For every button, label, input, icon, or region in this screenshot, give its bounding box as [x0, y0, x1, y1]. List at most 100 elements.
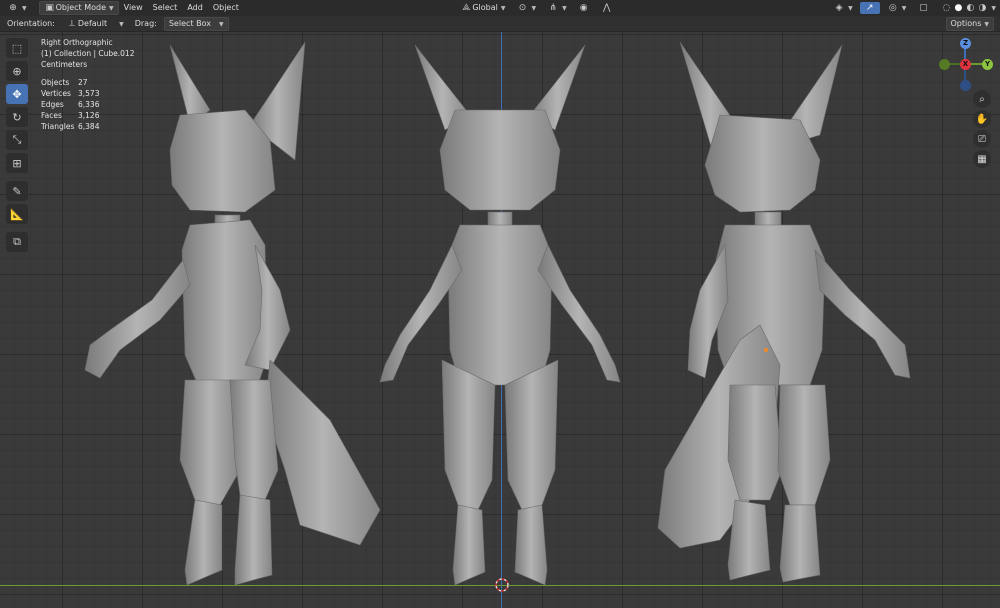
- stat-label: Triangles: [41, 122, 75, 131]
- move-tool[interactable]: ✥: [6, 84, 28, 104]
- fox-model-back[interactable]: [657, 41, 911, 583]
- orientation-value: Global: [472, 3, 498, 12]
- chevron-down-icon: ▼: [119, 20, 124, 28]
- editor-type-button[interactable]: ⊕ ▼: [3, 2, 31, 14]
- proportional-toggle[interactable]: ◉: [574, 2, 594, 14]
- chevron-down-icon: ▼: [984, 20, 989, 28]
- navigation-gizmo[interactable]: Z X Y: [937, 36, 997, 92]
- viewport-editor-icon: ⊕: [9, 3, 17, 13]
- zoom-button[interactable]: ⌕: [973, 90, 991, 108]
- orientation-icon: ⟁: [462, 3, 471, 13]
- collection-name: (1) Collection | Cube.012: [41, 49, 135, 58]
- chevron-down-icon: ▼: [848, 5, 853, 12]
- snap-icon: ⋔: [549, 3, 557, 13]
- grid-icon: ▦: [977, 153, 987, 165]
- fox-models[interactable]: [0, 32, 1000, 608]
- stat-value: 3,573: [78, 89, 100, 98]
- add-cube-icon: ⧉: [13, 235, 21, 248]
- xray-icon: ▢: [919, 3, 928, 13]
- scale-tool[interactable]: ⤡: [6, 130, 28, 150]
- measure-tool[interactable]: 📐: [6, 204, 28, 224]
- pan-button[interactable]: ✋: [973, 110, 991, 128]
- menu-object[interactable]: Object: [208, 0, 244, 16]
- viewport-header: ⊕ ▼ ▣ Object Mode ▼ View Select Add Object …: [0, 0, 1000, 16]
- left-toolbar: ⬚ ⊕ ✥ ↻ ⤡ ⊞ ✎ 📐 ⧉: [6, 38, 30, 255]
- select-box-icon: ⬚: [11, 41, 23, 55]
- viewport-info-overlay: Right Orthographic (1) Collection | Cube…: [41, 37, 134, 132]
- gizmo-toggle[interactable]: ↗: [859, 2, 880, 14]
- chevron-down-icon: ▼: [991, 5, 997, 12]
- solid-shading-icon: ●: [954, 3, 963, 13]
- stat-row: Edges 6,336: [41, 99, 134, 110]
- orientation-label: Orientation:: [7, 18, 55, 28]
- cursor-tool[interactable]: ⊕: [6, 61, 28, 81]
- navigation-buttons: ⌕ ✋ ⎚ ▦: [973, 90, 993, 170]
- gizmo-y-axis[interactable]: Y: [982, 59, 993, 70]
- move-icon: ✥: [12, 87, 22, 101]
- chevron-down-icon: ▼: [22, 5, 27, 12]
- mode-dropdown[interactable]: ▣ Object Mode ▼: [38, 1, 119, 15]
- menu-view[interactable]: View: [119, 0, 148, 16]
- blender-window: ⊕ ▼ ▣ Object Mode ▼ View Select Add Object …: [0, 0, 1000, 608]
- chevron-down-icon: ▼: [562, 5, 567, 12]
- orientation-icon: ⟂: [68, 18, 75, 29]
- overlay-icon: ◎: [888, 3, 897, 13]
- annotate-tool[interactable]: ✎: [6, 181, 28, 201]
- stat-row: Triangles 6,384: [41, 121, 134, 132]
- stat-label: Faces: [41, 111, 62, 120]
- measure-icon: 📐: [10, 207, 24, 221]
- select-box-tool[interactable]: ⬚: [6, 38, 28, 58]
- camera-view-button[interactable]: ⎚: [973, 130, 991, 148]
- annotate-icon: ✎: [12, 184, 22, 198]
- tool-settings-header: Orientation: ⟂ Default ▼ Drag: Select Box ▼…: [0, 16, 1000, 32]
- gizmo-z-axis[interactable]: Z: [960, 38, 971, 49]
- snap-toggle[interactable]: ⋔ ▼: [543, 2, 571, 14]
- xray-toggle[interactable]: ▢: [913, 2, 933, 14]
- options-dropdown[interactable]: Options ▼: [945, 16, 994, 31]
- pivot-dropdown[interactable]: ⊙ ▼: [512, 2, 540, 14]
- overlay-toggle[interactable]: ◎ ▼: [883, 2, 911, 14]
- falloff-dropdown[interactable]: ⋀: [597, 2, 617, 14]
- chevron-down-icon: ▼: [109, 5, 114, 12]
- pivot-icon: ⊙: [518, 3, 527, 13]
- drag-value: Select Box: [168, 18, 211, 28]
- view-name: Right Orthographic: [41, 38, 113, 47]
- hand-icon: ✋: [975, 113, 989, 125]
- gizmo-x-axis[interactable]: X: [960, 59, 971, 70]
- shading-buttons[interactable]: ◌ ● ◐ ◑ ▼: [936, 2, 1000, 14]
- gizmo-neg-y-axis[interactable]: [939, 59, 950, 70]
- transform-tool[interactable]: ⊞: [6, 153, 28, 173]
- object-origin-dot: [764, 348, 768, 352]
- gizmo-icon: ↗: [865, 3, 874, 13]
- perspective-toggle-button[interactable]: ▦: [973, 150, 991, 168]
- stat-value: 27: [78, 78, 88, 87]
- fox-model-front[interactable]: [379, 44, 621, 586]
- orientation-dropdown[interactable]: ⟂ Default ▼: [62, 18, 128, 30]
- eye-icon: ◈: [835, 3, 843, 13]
- stat-row: Faces 3,126: [41, 110, 134, 121]
- chevron-down-icon: ▼: [218, 20, 224, 28]
- chevron-down-icon: ▼: [531, 5, 537, 12]
- menu-add[interactable]: Add: [182, 0, 208, 16]
- transform-orientation-dropdown[interactable]: ⟁ Global ▼: [456, 2, 509, 14]
- object-mode-icon: ▣: [45, 3, 54, 13]
- orientation-value: Default: [77, 18, 108, 28]
- gizmo-neg-z-axis[interactable]: [960, 80, 971, 91]
- rendered-shading-icon: ◑: [978, 3, 987, 13]
- rotate-icon: ↻: [12, 110, 22, 124]
- add-cube-tool[interactable]: ⧉: [6, 232, 28, 252]
- visibility-dropdown[interactable]: ◈ ▼: [829, 2, 857, 14]
- rotate-tool[interactable]: ↻: [6, 107, 28, 127]
- drag-dropdown[interactable]: Select Box ▼: [163, 16, 229, 31]
- transform-icon: ⊞: [12, 156, 22, 170]
- menu-select[interactable]: Select: [148, 0, 183, 16]
- falloff-icon: ⋀: [603, 3, 611, 13]
- proportional-icon: ◉: [579, 3, 588, 13]
- options-label: Options: [950, 18, 982, 28]
- chevron-down-icon: ▼: [901, 5, 907, 12]
- stat-value: 3,126: [78, 111, 100, 120]
- stat-value: 6,336: [78, 100, 100, 109]
- scale-icon: ⤡: [12, 133, 22, 146]
- 3d-cursor-icon[interactable]: [493, 576, 511, 594]
- camera-icon: ⎚: [978, 133, 986, 145]
